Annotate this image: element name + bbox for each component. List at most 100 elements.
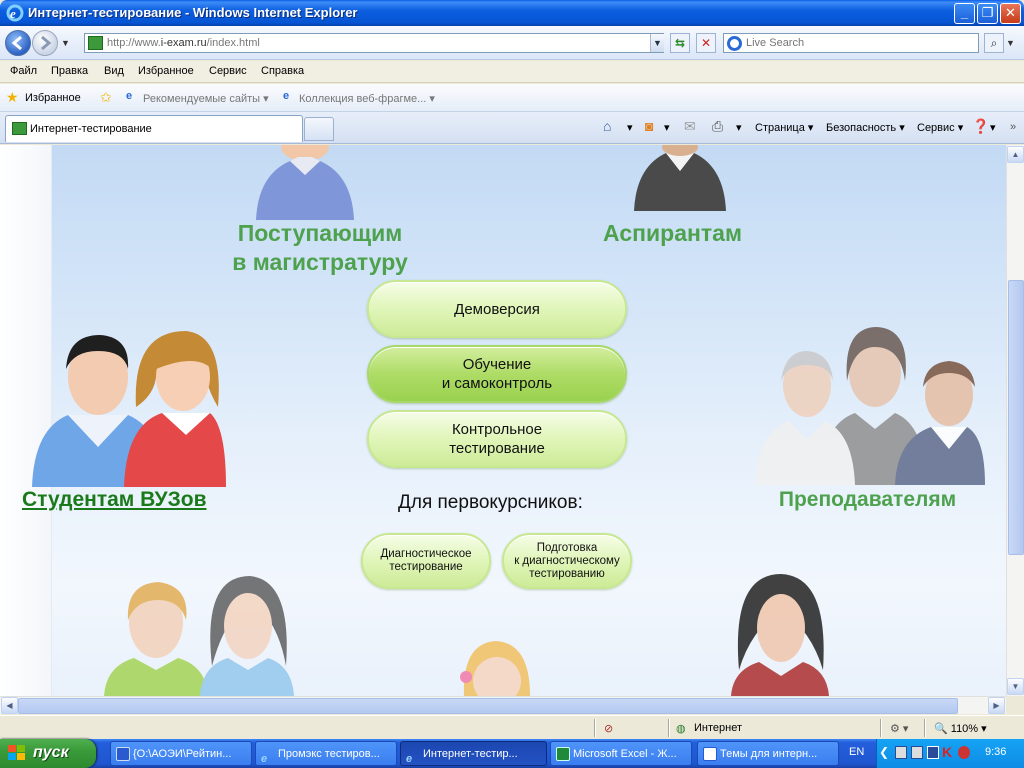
internet-zone-icon: ◍ (676, 723, 686, 735)
print-icon[interactable]: ⎙ (712, 118, 723, 135)
menu-favorites[interactable]: Избранное (138, 65, 194, 77)
site-favicon-icon (12, 122, 27, 135)
help-icon[interactable]: ❓ (972, 118, 989, 135)
search-field[interactable] (723, 33, 979, 53)
tray-expand-icon[interactable]: ❮ (879, 745, 889, 759)
freshmen-avatar-image (104, 576, 294, 696)
web-slice-gallery-link[interactable]: Коллекция веб-фрагме... ▾ (299, 92, 435, 105)
suggested-sites-link[interactable]: Рекомендуемые сайты ▾ (143, 92, 269, 105)
postgrad-avatar-image (634, 145, 726, 211)
menu-edit[interactable]: Правка (51, 65, 88, 77)
mail-icon[interactable]: ✉ (684, 118, 696, 135)
control-testing-button[interactable]: Контрольное тестирование (367, 410, 627, 468)
control-button-label: Контрольное тестирование (449, 421, 545, 457)
tray-app-icon[interactable] (895, 746, 907, 759)
word-icon (703, 747, 717, 761)
menu-help[interactable]: Справка (261, 65, 304, 77)
title-bar[interactable]: e Интернет-тестирование - Windows Intern… (0, 0, 1024, 26)
diagnostic-testing-button[interactable]: Диагностическое тестирование (361, 533, 491, 589)
menu-tools[interactable]: Сервис (209, 65, 247, 77)
taskbar-item-word[interactable]: Темы для интерн... (697, 741, 839, 766)
start-label: пуск (33, 744, 69, 761)
search-button[interactable]: ⌕ (984, 33, 1004, 53)
feeds-dropdown-icon[interactable]: ▾ (664, 121, 670, 134)
print-dropdown-icon[interactable]: ▾ (736, 121, 742, 134)
diagnostic-button-label: Диагностическое тестирование (380, 548, 472, 573)
tray-antivirus-icon[interactable]: K (942, 744, 952, 760)
forward-button[interactable] (32, 30, 58, 56)
page-menu[interactable]: Страница ▾ (755, 121, 813, 134)
history-dropdown-icon[interactable]: ▼ (61, 38, 73, 48)
taskbar-item-promexs[interactable]: e Промэкс тестиров... (255, 741, 397, 766)
document-icon (116, 747, 130, 761)
schoolgirl-avatar-image (460, 641, 530, 696)
home-icon[interactable]: ⌂ (603, 118, 611, 134)
postgrad-heading[interactable]: Аспирантам (590, 219, 755, 248)
maximize-button[interactable]: ❐ (977, 3, 998, 24)
ie-page-icon: e (126, 90, 133, 102)
scroll-up-button[interactable]: ▲ (1007, 146, 1024, 163)
clock[interactable]: 9:36 (985, 746, 1006, 758)
search-options-dropdown-icon[interactable]: ▼ (1006, 38, 1015, 48)
tools-menu[interactable]: Сервис ▾ (917, 121, 963, 134)
arrow-left-icon (11, 35, 22, 51)
address-dropdown-icon[interactable]: ▼ (650, 34, 664, 52)
training-selfcheck-button[interactable]: Обучение и самоконтроль (367, 345, 627, 403)
help-dropdown-icon[interactable]: ▾ (990, 121, 996, 134)
tray-alert-icon[interactable] (958, 746, 970, 759)
tray-network-icon[interactable] (927, 746, 939, 759)
privacy-report-icon[interactable]: ⊘ (604, 722, 613, 735)
demo-button[interactable]: Демоверсия (367, 280, 627, 338)
teachers-heading[interactable]: Преподавателям (750, 485, 985, 514)
tab-label: Интернет-тестирование (30, 123, 152, 135)
language-indicator[interactable]: EN (849, 746, 864, 758)
menu-view[interactable]: Вид (104, 65, 124, 77)
favorites-bar: ★ Избранное ✩ e Рекомендуемые сайты ▾ e … (0, 84, 1024, 112)
horizontal-scrollbar[interactable]: ◀ ▶ (0, 696, 1006, 714)
safety-menu[interactable]: Безопасность ▾ (826, 121, 905, 134)
demo-button-label: Демоверсия (454, 300, 540, 318)
students-link[interactable]: Студентам ВУЗов (22, 488, 206, 512)
scroll-left-button[interactable]: ◀ (1, 697, 18, 714)
new-tab-button[interactable] (304, 117, 334, 141)
taskbar-item-folder[interactable]: {O:\АОЭИ\Рейтин... (110, 741, 252, 766)
protected-mode-icon[interactable]: ⚙ ▾ (890, 722, 908, 735)
home-dropdown-icon[interactable]: ▾ (627, 121, 633, 134)
window-title: Интернет-тестирование - Windows Internet… (28, 5, 358, 20)
back-button[interactable] (5, 30, 31, 56)
address-field[interactable]: http://www.i-exam.ru/index.html (84, 33, 664, 53)
feeds-icon[interactable]: ◙ (645, 118, 653, 134)
minimize-button[interactable]: _ (954, 3, 975, 24)
start-button[interactable]: пуск (0, 739, 96, 768)
stop-button[interactable]: ✕ (696, 33, 716, 53)
masters-applicants-heading[interactable]: Поступающим в магистратуру (215, 219, 425, 277)
search-input[interactable] (746, 35, 976, 51)
more-commands-icon[interactable]: » (1010, 121, 1016, 133)
ie-page-icon: e (283, 90, 290, 102)
zoom-control[interactable]: 🔍 110% ▾ (934, 722, 987, 735)
vertical-scrollbar[interactable]: ▲ ▼ (1006, 145, 1024, 696)
tray-app-icon[interactable] (911, 746, 923, 759)
arrow-right-icon (41, 35, 52, 51)
scroll-down-button[interactable]: ▼ (1007, 678, 1024, 695)
diagnostic-prep-button[interactable]: Подготовка к диагностическому тестирован… (502, 533, 632, 589)
close-button[interactable]: ✕ (1000, 3, 1021, 24)
ie-logo-icon: e (6, 4, 24, 22)
vertical-scroll-thumb[interactable] (1008, 280, 1024, 555)
scroll-corner (1006, 696, 1024, 714)
menu-file[interactable]: Файл (10, 65, 37, 77)
windows-logo-icon (8, 745, 25, 760)
add-favorite-icon[interactable]: ✩ (100, 89, 112, 106)
applicant-avatar-image (256, 145, 354, 220)
horizontal-scroll-thumb[interactable] (18, 698, 958, 714)
live-search-icon (727, 36, 742, 51)
refresh-button[interactable]: ⇆ (670, 33, 690, 53)
tab-internet-testing[interactable]: Интернет-тестирование (5, 115, 303, 142)
address-url[interactable]: http://www.i-exam.ru/index.html (107, 37, 260, 49)
page-viewport[interactable]: Поступающим в магистратуру Аспирантам Ст… (0, 145, 1006, 696)
taskbar-item-excel[interactable]: Microsoft Excel - Ж... (550, 741, 692, 766)
excel-icon (556, 747, 570, 761)
scroll-right-button[interactable]: ▶ (988, 697, 1005, 714)
taskbar-item-internet-testing[interactable]: e Интернет-тестир... (400, 741, 547, 766)
favorites-button[interactable]: Избранное (25, 92, 81, 104)
